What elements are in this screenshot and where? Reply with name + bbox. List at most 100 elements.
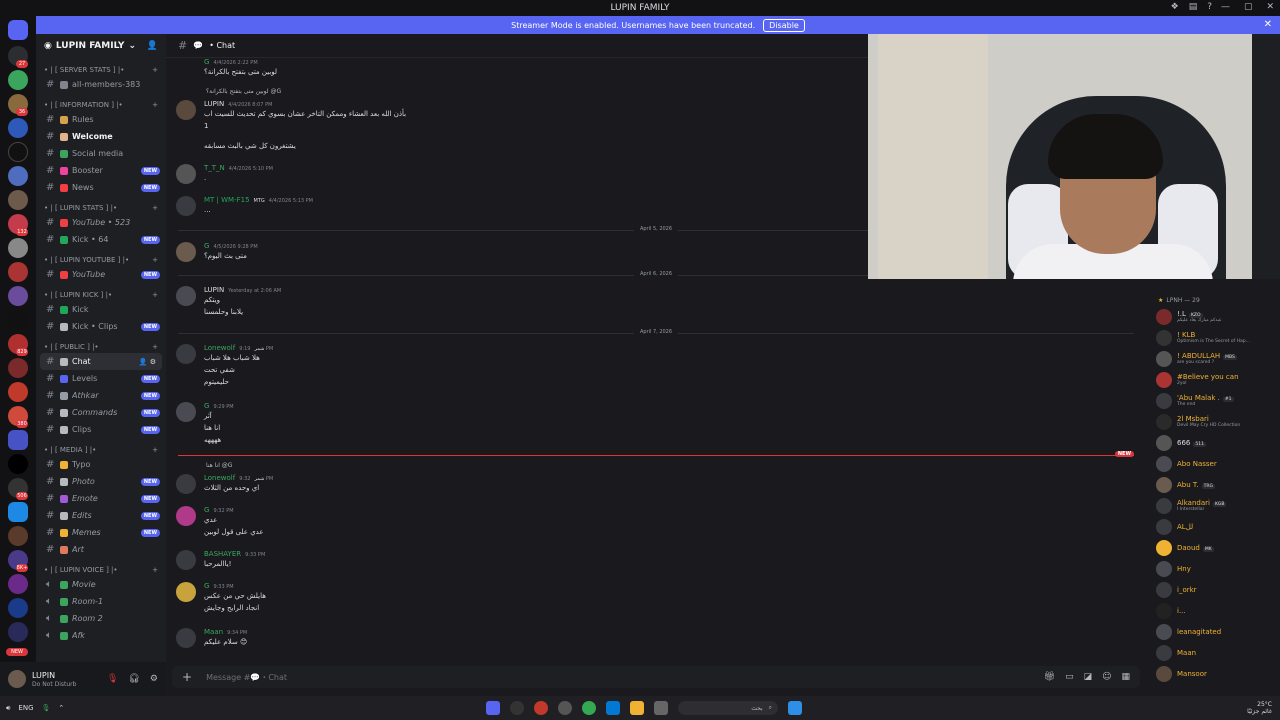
member-item[interactable]: #Believe you can 2yol <box>1152 369 1280 390</box>
member-item[interactable]: Maan <box>1152 642 1280 663</box>
add-channel-icon[interactable]: + <box>152 204 158 212</box>
taskview-icon[interactable] <box>654 701 668 715</box>
server-icon[interactable] <box>8 382 28 402</box>
inbox-icon[interactable]: ▤ <box>1189 2 1198 12</box>
chrome-taskbar-icon[interactable] <box>582 701 596 715</box>
server-icon[interactable] <box>8 262 28 282</box>
gif-icon[interactable]: ▭ <box>1065 672 1074 682</box>
server-icon[interactable] <box>8 190 28 210</box>
server-icon[interactable] <box>8 430 28 450</box>
channel-item[interactable]: # Commands NEW <box>36 404 166 421</box>
channel-item[interactable]: 🔈︎ Room 2 <box>36 610 166 627</box>
home-icon[interactable] <box>8 20 28 40</box>
channel-item[interactable]: # Rules <box>36 111 166 128</box>
channel-item[interactable]: # YouTube • 523 <box>36 214 166 231</box>
avatar[interactable] <box>8 670 26 688</box>
store-taskbar-icon[interactable] <box>606 701 620 715</box>
settings-gear-icon[interactable]: ⚙ <box>150 674 158 684</box>
server-icon[interactable] <box>8 622 28 642</box>
avatar[interactable] <box>176 242 196 262</box>
author-name[interactable]: G <box>204 242 209 250</box>
category-header[interactable]: • | [ LUPIN YOUTUBE ] |• + <box>36 254 166 266</box>
avatar[interactable] <box>176 164 196 184</box>
server-icon[interactable] <box>8 238 28 258</box>
channel-item[interactable]: # Welcome <box>36 128 166 145</box>
server-icon[interactable] <box>8 502 28 522</box>
server-icon[interactable] <box>8 286 28 306</box>
author-name[interactable]: BASHAYER <box>204 550 241 558</box>
channel-item[interactable]: # Emote NEW <box>36 490 166 507</box>
member-item[interactable]: i_orkr <box>1152 579 1280 600</box>
member-item[interactable]: 'Abu Malak . #1 The end <box>1152 390 1280 411</box>
emoji-icon[interactable]: ☺ <box>1102 672 1111 682</box>
server-icon[interactable] <box>8 526 28 546</box>
maximize-button[interactable]: ▢ <box>1244 2 1253 12</box>
channel-item[interactable]: 🔈︎ Movie <box>36 576 166 593</box>
server-icon[interactable] <box>8 70 28 90</box>
channel-item[interactable]: 🔈︎ Room-1 <box>36 593 166 610</box>
server-icon[interactable] <box>8 574 28 594</box>
member-item[interactable]: 666 511 <box>1152 432 1280 453</box>
message-input[interactable]: Message #💬・Chat <box>206 672 287 683</box>
apps-icon[interactable]: ▦ <box>1121 672 1130 682</box>
close-button[interactable]: ✕ <box>1266 2 1274 12</box>
obs-taskbar-icon[interactable] <box>510 701 524 715</box>
add-channel-icon[interactable]: + <box>152 343 158 351</box>
disable-streamer-mode-button[interactable]: Disable <box>763 18 805 32</box>
member-item[interactable]: Mansoor <box>1152 663 1280 684</box>
category-header[interactable]: • | [ LUPIN KICK ] |• + <box>36 289 166 301</box>
channel-item[interactable]: # YouTube NEW <box>36 266 166 283</box>
sticker-icon[interactable]: ◪ <box>1084 672 1093 682</box>
avatar[interactable] <box>176 100 196 120</box>
author-name[interactable]: G <box>204 506 209 514</box>
member-item[interactable]: Abu T. TRG <box>1152 474 1280 495</box>
headphones-icon[interactable]: 🎧︎ <box>128 674 139 684</box>
author-name[interactable]: LUPIN <box>204 286 224 294</box>
avatar[interactable] <box>176 582 196 602</box>
server-icon[interactable] <box>8 118 28 138</box>
add-channel-icon[interactable]: + <box>152 446 158 454</box>
category-header[interactable]: • | [ LUPIN VOICE ] |• + <box>36 564 166 576</box>
member-item[interactable]: 2l Msbari Devil May Cry HD Collection <box>1152 411 1280 432</box>
channel-item[interactable]: # News NEW <box>36 179 166 196</box>
add-channel-icon[interactable]: + <box>152 101 158 109</box>
server-icon[interactable] <box>8 142 28 162</box>
channel-item[interactable]: # Photo NEW <box>36 473 166 490</box>
volume-icon[interactable]: 🔊︎ <box>6 704 10 713</box>
avatar[interactable] <box>176 286 196 306</box>
discord-taskbar-icon[interactable] <box>486 701 500 715</box>
channel-item[interactable]: # Kick <box>36 301 166 318</box>
author-name[interactable]: T_T_N <box>204 164 225 172</box>
weather-temp[interactable]: 25°C <box>1247 701 1272 708</box>
member-item[interactable]: ALلل <box>1152 516 1280 537</box>
avatar[interactable] <box>176 474 196 494</box>
help-icon[interactable]: ? <box>1207 2 1212 12</box>
server-icon[interactable] <box>8 310 28 330</box>
member-item[interactable]: Alkandari KGB I Interstellar <box>1152 495 1280 516</box>
author-name[interactable]: LUPIN <box>204 100 224 108</box>
chevron-up-icon[interactable]: ⌃ <box>58 704 64 712</box>
close-banner-icon[interactable]: ✕ <box>1264 19 1272 30</box>
channel-item[interactable]: # Social media <box>36 145 166 162</box>
category-header[interactable]: • | [ SERVER STATS ] |• + <box>36 64 166 76</box>
channel-item[interactable]: # Kick • 64 NEW <box>36 231 166 248</box>
channel-item[interactable]: # Clips NEW <box>36 421 166 438</box>
gift-icon[interactable]: 🎁︎ <box>1044 672 1055 682</box>
add-channel-icon[interactable]: + <box>152 256 158 264</box>
avatar[interactable] <box>176 402 196 422</box>
channel-item[interactable]: # Athkar NEW <box>36 387 166 404</box>
member-item[interactable]: leanagitated <box>1152 621 1280 642</box>
category-header[interactable]: • | [ LUPIN STATS ] |• + <box>36 202 166 214</box>
file-explorer-icon[interactable] <box>630 701 644 715</box>
add-member-icon[interactable]: 👤 <box>147 41 158 51</box>
author-name[interactable]: Lonewolf <box>204 474 235 482</box>
member-item[interactable]: i... <box>1152 600 1280 621</box>
attach-plus-icon[interactable]: + <box>182 670 192 684</box>
channel-item[interactable]: 🔈︎ Afk <box>36 627 166 644</box>
channel-item[interactable]: # Edits NEW <box>36 507 166 524</box>
member-item[interactable]: Abo Nasser <box>1152 453 1280 474</box>
add-channel-icon[interactable]: + <box>152 291 158 299</box>
settings-taskbar-icon[interactable] <box>558 701 572 715</box>
channel-item[interactable]: # Art <box>36 541 166 558</box>
language-indicator[interactable]: ENG <box>18 704 33 712</box>
